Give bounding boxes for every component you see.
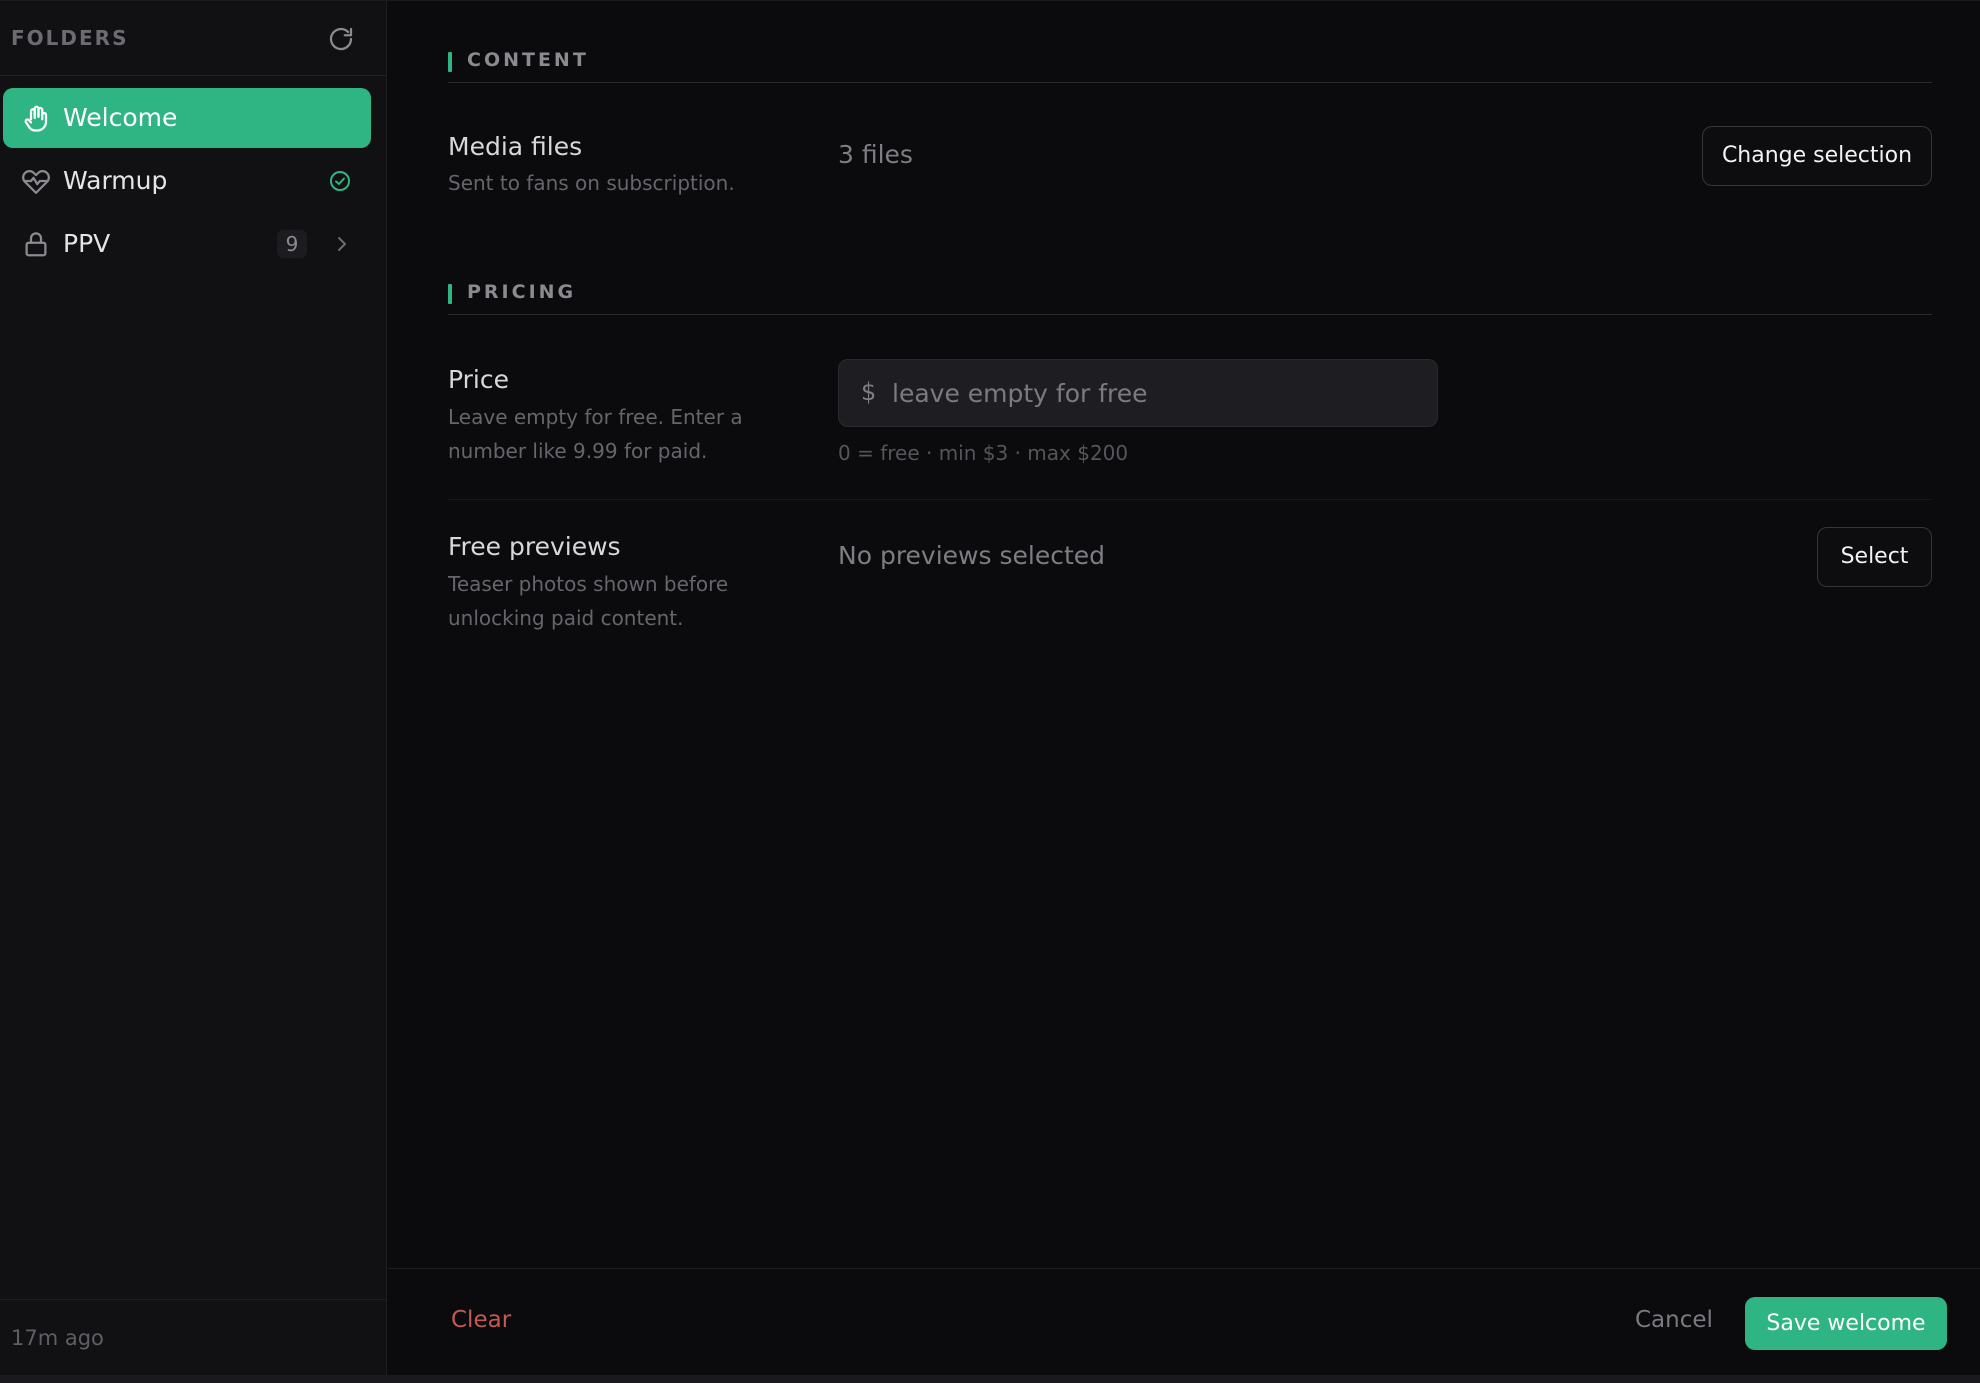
price-input[interactable] — [892, 372, 1422, 414]
lock-icon — [25, 232, 47, 257]
clear-button[interactable]: Clear — [451, 1307, 511, 1333]
section-title: PRICING — [467, 281, 577, 303]
heart-pulse-icon — [22, 170, 50, 194]
sidebar-item-label: PPV — [63, 229, 111, 258]
content-section-header: CONTENT — [448, 49, 1932, 83]
sidebar-title: FOLDERS — [11, 26, 129, 50]
count-badge: 9 — [277, 230, 307, 258]
price-input-box: $ — [838, 359, 1438, 427]
row-divider — [448, 499, 1932, 500]
sidebar-item-label: Warmup — [63, 166, 168, 195]
action-footer: Clear Cancel Save welcome — [388, 1268, 1980, 1375]
free-previews-status: No previews selected — [838, 541, 1105, 570]
price-hint: 0 = free · min $3 · max $200 — [838, 441, 1129, 465]
sidebar-item-ppv[interactable]: PPV 9 — [3, 214, 371, 274]
sidebar-footer: 17m ago — [0, 1299, 386, 1375]
cancel-button[interactable]: Cancel — [1635, 1307, 1713, 1333]
section-accent-bar — [448, 52, 452, 72]
app-window: FOLDERS Welcome Warmup PPV 9 17m ago CON… — [0, 0, 1980, 1383]
media-files-count: 3 files — [838, 140, 913, 169]
hand-icon — [24, 105, 48, 132]
refresh-button[interactable] — [326, 24, 356, 54]
sidebar-header: FOLDERS — [0, 1, 386, 76]
sidebar-item-welcome[interactable]: Welcome — [3, 88, 371, 148]
price-description: Leave empty for free. Enter a number lik… — [448, 405, 743, 463]
check-circle-icon — [330, 171, 350, 191]
last-updated-text: 17m ago — [11, 1326, 104, 1350]
refresh-icon — [329, 27, 353, 51]
chevron-right-icon — [338, 237, 346, 251]
change-selection-button[interactable]: Change selection — [1702, 126, 1932, 186]
select-previews-button[interactable]: Select — [1817, 527, 1932, 587]
sidebar: FOLDERS Welcome Warmup PPV 9 17m ago — [0, 1, 387, 1375]
sidebar-item-warmup[interactable]: Warmup — [3, 151, 371, 211]
free-previews-label: Free previews — [448, 532, 621, 561]
sidebar-item-label: Welcome — [63, 103, 178, 132]
section-title: CONTENT — [467, 49, 589, 71]
section-accent-bar — [448, 284, 452, 304]
currency-symbol: $ — [861, 378, 877, 406]
free-previews-description: Teaser photos shown before unlocking pai… — [448, 572, 729, 630]
main-panel: CONTENT Media files Sent to fans on subs… — [388, 1, 1980, 1375]
pricing-section-header: PRICING — [448, 281, 1932, 315]
media-files-label: Media files — [448, 132, 583, 161]
save-button[interactable]: Save welcome — [1745, 1297, 1947, 1350]
price-label: Price — [448, 365, 509, 394]
media-files-description: Sent to fans on subscription. — [448, 171, 735, 195]
